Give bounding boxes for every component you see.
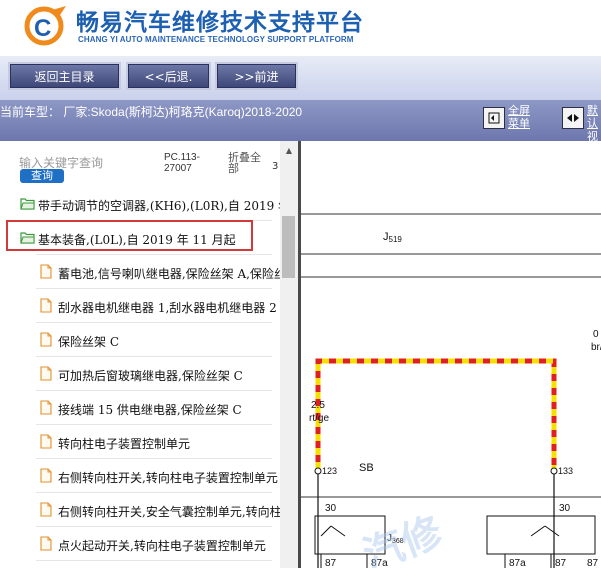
model-bar: 当前车型： 厂家:Skoda(斯柯达)柯珞克(Karoq)2018-2020 全… [0, 100, 601, 143]
pin-label: 123 [322, 466, 337, 476]
search-row: 输入关键字查询 查询 PC.113-27007 折叠全部 3 [0, 141, 280, 185]
tree-file-item[interactable]: 蓄电池,信号喇叭继电器,保险丝架 A,保险丝架 B [0, 256, 280, 289]
home-button[interactable]: 返回主目录 [8, 62, 121, 90]
pin-circle [314, 467, 322, 475]
file-icon [40, 536, 52, 551]
file-icon [40, 332, 52, 347]
row-divider [36, 254, 272, 255]
pin-circle [550, 467, 558, 475]
tree-file-item[interactable]: 保险丝架 C [0, 324, 280, 357]
relay-pin-label: 87 [587, 558, 599, 568]
wire-color-right-label: br/ [591, 342, 601, 353]
wire-size-label: 2.5 [311, 400, 325, 411]
forward-button[interactable]: >>前进 [215, 62, 298, 90]
tree-file-item[interactable]: 右侧转向柱开关,安全气囊控制单元,转向柱 [0, 494, 280, 527]
tree-file-item[interactable]: 可加热后窗玻璃继电器,保险丝架 C [0, 358, 280, 391]
tree-scrollbar[interactable]: ▲ [280, 141, 298, 568]
pin-label: 133 [558, 466, 573, 476]
file-icon [40, 400, 52, 415]
tree-item-label: 接线端 15 供电继电器,保险丝架 C [58, 403, 242, 417]
highlight-box [6, 220, 253, 251]
tree-item-label: 右侧转向柱开关,安全气囊控制单元,转向柱 [58, 505, 280, 519]
current-model-text: 当前车型： 厂家:Skoda(斯柯达)柯珞克(Karoq)2018-2020 [0, 105, 303, 119]
file-icon [40, 434, 52, 449]
module-label: J519 [383, 231, 402, 244]
collapse-all-button[interactable]: 折叠全部 [228, 152, 266, 174]
file-icon [40, 468, 52, 483]
relay-box [486, 515, 596, 555]
svg-text:C: C [34, 15, 51, 42]
folder-icon [20, 198, 35, 210]
tree-item-label: 蓄电池,信号喇叭继电器,保险丝架 A,保险丝架 B [58, 267, 280, 281]
row-divider [36, 322, 272, 323]
collapse-extra-label: 3 [272, 161, 279, 172]
default-view-link[interactable]: 默认视 [587, 104, 601, 143]
tree-item-label: 带手动调节的空调器,(KH6),(L0R),自 2019 年 [38, 199, 280, 213]
relay-pin-label: 30 [325, 503, 337, 514]
tree-item-label: 转向柱电子装置控制单元 [58, 437, 191, 451]
tree-item-label: 刮水器电机继电器 1,刮水器电机继电器 2 [58, 301, 277, 315]
tree-file-item[interactable]: 刮水器电机继电器 1,刮水器电机继电器 2 [0, 290, 280, 323]
row-divider [36, 492, 272, 493]
tree-item-label: 可加热后窗玻璃继电器,保险丝架 C [58, 369, 243, 383]
wiring-diagram: J519 2.5 rt/ge 0 br/ 123 133 SB 30 J368 … [301, 141, 601, 568]
row-divider [36, 288, 272, 289]
tree-panel: 输入关键字查询 查询 PC.113-27007 折叠全部 3 带手动调节的空调器… [0, 141, 298, 568]
scroll-thumb[interactable] [282, 216, 295, 278]
tree-item-label: 保险丝架 C [58, 335, 119, 349]
wire-yellow [315, 358, 557, 469]
tree-item-label: 右侧转向柱开关,转向柱电子装置控制单元 [58, 471, 278, 485]
app-title: 畅易汽车维修技术支持平台 [76, 10, 364, 36]
logo-icon: C [24, 6, 66, 46]
relay-pin-label: 30 [559, 503, 571, 514]
row-divider [36, 356, 272, 357]
file-icon [40, 298, 52, 313]
fullscreen-icon[interactable] [483, 107, 505, 129]
watermark-text: 汽修 [357, 509, 449, 568]
tree-file-item[interactable]: 右侧转向柱开关,转向柱电子装置控制单元 [0, 460, 280, 493]
tree-folder-item[interactable]: 带手动调节的空调器,(KH6),(L0R),自 2019 年 [0, 188, 280, 221]
app-subtitle: CHANG YI AUTO MAINTENANCE TECHNOLOGY SUP… [78, 35, 354, 44]
wire-color-label: rt/ge [309, 413, 329, 424]
tree-file-item[interactable]: 点火起动开关,转向柱电子装置控制单元 [0, 528, 280, 561]
file-icon [40, 264, 52, 279]
tree-item-label: 点火起动开关,转向柱电子装置控制单元 [58, 539, 266, 553]
file-icon [40, 502, 52, 517]
wire-size-right-label: 0 [593, 329, 599, 340]
connector-label: SB [359, 462, 374, 474]
app-header: C 畅易汽车维修技术支持平台 CHANG YI AUTO MAINTENANCE… [0, 0, 601, 56]
row-divider [36, 526, 272, 527]
row-divider [36, 390, 272, 391]
relay-pin-label: 87 [325, 558, 337, 568]
pc-code-label: PC.113-27007 [164, 152, 200, 174]
tree-file-item[interactable]: 接线端 15 供电继电器,保险丝架 C [0, 392, 280, 425]
tree-file-item[interactable]: 转向柱电子装置控制单元 [0, 426, 280, 459]
toolbar: 返回主目录 <<后退. >>前进 [0, 56, 601, 100]
scroll-up-icon[interactable]: ▲ [280, 141, 298, 159]
file-icon [40, 366, 52, 381]
row-divider [36, 560, 272, 561]
wire-red [315, 358, 557, 469]
relay-pin-label: 87 [555, 558, 567, 568]
row-divider [36, 458, 272, 459]
back-button[interactable]: <<后退. [126, 62, 211, 90]
search-button[interactable]: 查询 [20, 169, 64, 183]
default-view-icon[interactable] [562, 107, 584, 129]
relay-pin-label: 87a [509, 558, 526, 568]
fullscreen-menu-link[interactable]: 全屏菜单 [508, 104, 536, 130]
row-divider [36, 424, 272, 425]
